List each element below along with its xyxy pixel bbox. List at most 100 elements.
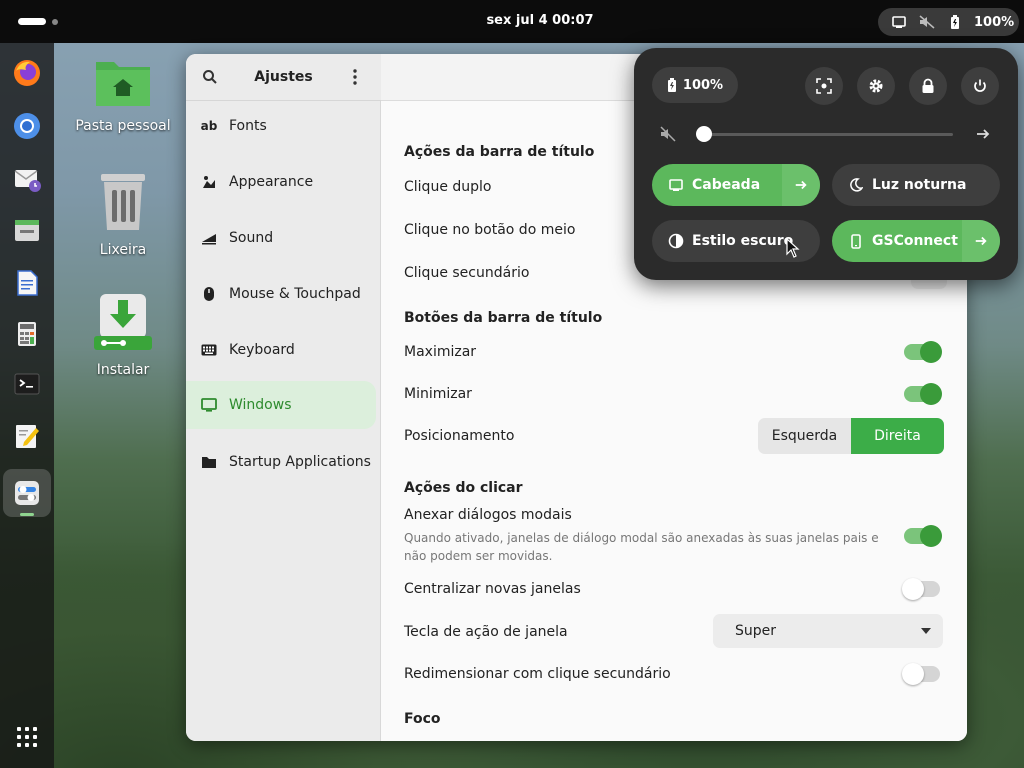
- resize-secondary-toggle[interactable]: [902, 663, 940, 685]
- firefox-icon[interactable]: [9, 55, 45, 91]
- secondary-click-label: Clique secundário: [404, 265, 530, 281]
- arrow-right-icon[interactable]: [962, 220, 1000, 262]
- minimize-toggle[interactable]: [904, 383, 942, 405]
- running-indicator: [20, 513, 34, 516]
- sidebar-item-sound[interactable]: Sound: [186, 214, 376, 262]
- sidebar-item-label: Sound: [229, 230, 274, 246]
- toggle-knob: [920, 383, 942, 405]
- screenshot-button[interactable]: [805, 67, 843, 105]
- volume-muted-icon: [918, 15, 936, 29]
- desktop-icon-label: Instalar: [96, 362, 150, 378]
- action-key-dropdown[interactable]: Super: [713, 614, 943, 648]
- section-title-focus: Foco: [404, 711, 441, 727]
- clock[interactable]: sex jul 4 00:07: [0, 13, 1024, 28]
- lock-icon: [922, 78, 934, 93]
- volume-slider-track[interactable]: [705, 133, 953, 136]
- windows-icon: [201, 397, 217, 413]
- attach-modal-description: Quando ativado, janelas de diálogo modal…: [404, 531, 879, 563]
- desktop-trash[interactable]: Lixeira: [68, 170, 178, 258]
- settings-sidebar: Ajustes ab Fonts Appearance Sound Mouse …: [186, 54, 381, 741]
- settings-app-icon[interactable]: [3, 469, 51, 517]
- folder-icon: [201, 454, 217, 470]
- desktop-icon-label: Pasta pessoal: [75, 118, 171, 134]
- battery-icon: [667, 78, 676, 92]
- sound-icon: [201, 230, 217, 246]
- install-icon: [94, 294, 152, 350]
- night-light-tile[interactable]: Luz noturna: [832, 164, 1000, 206]
- desktop-home-folder[interactable]: Pasta pessoal: [68, 56, 178, 134]
- sidebar-item-mouse-touchpad[interactable]: Mouse & Touchpad: [186, 270, 376, 318]
- sidebar-item-label: Windows: [229, 397, 292, 413]
- resize-secondary-label: Redimensionar com clique secundário: [404, 666, 671, 682]
- files-icon[interactable]: [9, 212, 45, 248]
- appearance-icon: [201, 174, 217, 190]
- mouse-icon: [201, 286, 217, 302]
- volume-slider-handle[interactable]: [696, 126, 712, 142]
- battery-percentage: 100%: [682, 77, 724, 93]
- placement-right-button[interactable]: Direita: [851, 418, 944, 454]
- attach-modal-toggle[interactable]: [904, 525, 942, 547]
- sidebar-item-keyboard[interactable]: Keyboard: [186, 326, 376, 374]
- document-icon[interactable]: [9, 265, 45, 301]
- center-windows-toggle[interactable]: [902, 578, 940, 600]
- fonts-icon: ab: [200, 119, 218, 133]
- tile-label: Cabeada: [692, 177, 761, 193]
- center-windows-label: Centralizar novas janelas: [404, 581, 581, 597]
- home-folder-icon: [96, 62, 150, 106]
- moon-icon: [848, 177, 864, 193]
- app-grid-icon[interactable]: [9, 719, 45, 755]
- arrow-right-icon[interactable]: [782, 164, 820, 206]
- text-editor-icon[interactable]: [9, 418, 45, 454]
- volume-muted-icon: [660, 126, 678, 142]
- placement-switcher: Esquerda Direita: [758, 418, 944, 454]
- toggle-knob: [902, 663, 924, 685]
- middle-click-label: Clique no botão do meio: [404, 222, 576, 238]
- power-button[interactable]: [961, 67, 999, 105]
- maximize-toggle[interactable]: [904, 341, 942, 363]
- attach-modal-label: Anexar diálogos modais: [404, 507, 572, 523]
- screenshot-icon: [816, 78, 832, 94]
- gear-icon: [869, 79, 883, 93]
- top-bar: sex jul 4 00:07 100%: [0, 0, 1024, 43]
- arrow-right-icon[interactable]: [975, 126, 991, 142]
- settings-button[interactable]: [857, 67, 895, 105]
- lock-button[interactable]: [909, 67, 947, 105]
- sidebar-item-label: Appearance: [229, 174, 314, 190]
- dark-style-icon: [668, 233, 684, 249]
- sidebar-item-appearance[interactable]: Appearance: [186, 158, 376, 206]
- calculator-icon[interactable]: [9, 316, 45, 352]
- desktop-icon-label: Lixeira: [99, 242, 147, 258]
- chevron-down-icon: [921, 628, 931, 634]
- tile-label: Luz noturna: [872, 177, 967, 193]
- wired-network-icon: [890, 15, 908, 29]
- mouse-pointer-icon: [786, 237, 800, 258]
- sidebar-item-fonts[interactable]: ab Fonts: [186, 102, 376, 150]
- sidebar-item-label: Mouse & Touchpad: [229, 286, 361, 302]
- keyboard-icon: [201, 342, 217, 358]
- section-title-titlebar-actions: Ações da barra de título: [404, 144, 595, 160]
- tile-label: Estilo escuro: [692, 233, 794, 249]
- tile-label: GSConnect: [872, 233, 958, 249]
- placement-left-button[interactable]: Esquerda: [758, 418, 851, 454]
- section-title-click-actions: Ações do clicar: [404, 480, 523, 496]
- wired-network-icon: [668, 177, 684, 193]
- sidebar-item-label: Fonts: [229, 118, 267, 134]
- system-menu-button[interactable]: 100%: [878, 8, 1019, 36]
- desktop-install[interactable]: Instalar: [68, 294, 178, 378]
- sidebar-item-startup-applications[interactable]: Startup Applications: [186, 438, 376, 486]
- battery-button[interactable]: 100%: [652, 67, 738, 103]
- power-icon: [974, 79, 986, 92]
- mail-icon[interactable]: [9, 161, 45, 197]
- gsconnect-tile[interactable]: GSConnect: [832, 220, 1000, 262]
- placement-label: Posicionamento: [404, 428, 515, 444]
- menu-icon[interactable]: [352, 69, 358, 85]
- dock: [0, 43, 54, 768]
- toggle-knob: [902, 578, 924, 600]
- phone-icon: [848, 233, 864, 249]
- chromium-icon[interactable]: [9, 108, 45, 144]
- sidebar-item-label: Keyboard: [229, 342, 295, 358]
- terminal-icon[interactable]: [9, 366, 45, 402]
- wired-network-tile[interactable]: Cabeada: [652, 164, 820, 206]
- double-click-label: Clique duplo: [404, 179, 492, 195]
- sidebar-item-windows[interactable]: Windows: [186, 381, 376, 429]
